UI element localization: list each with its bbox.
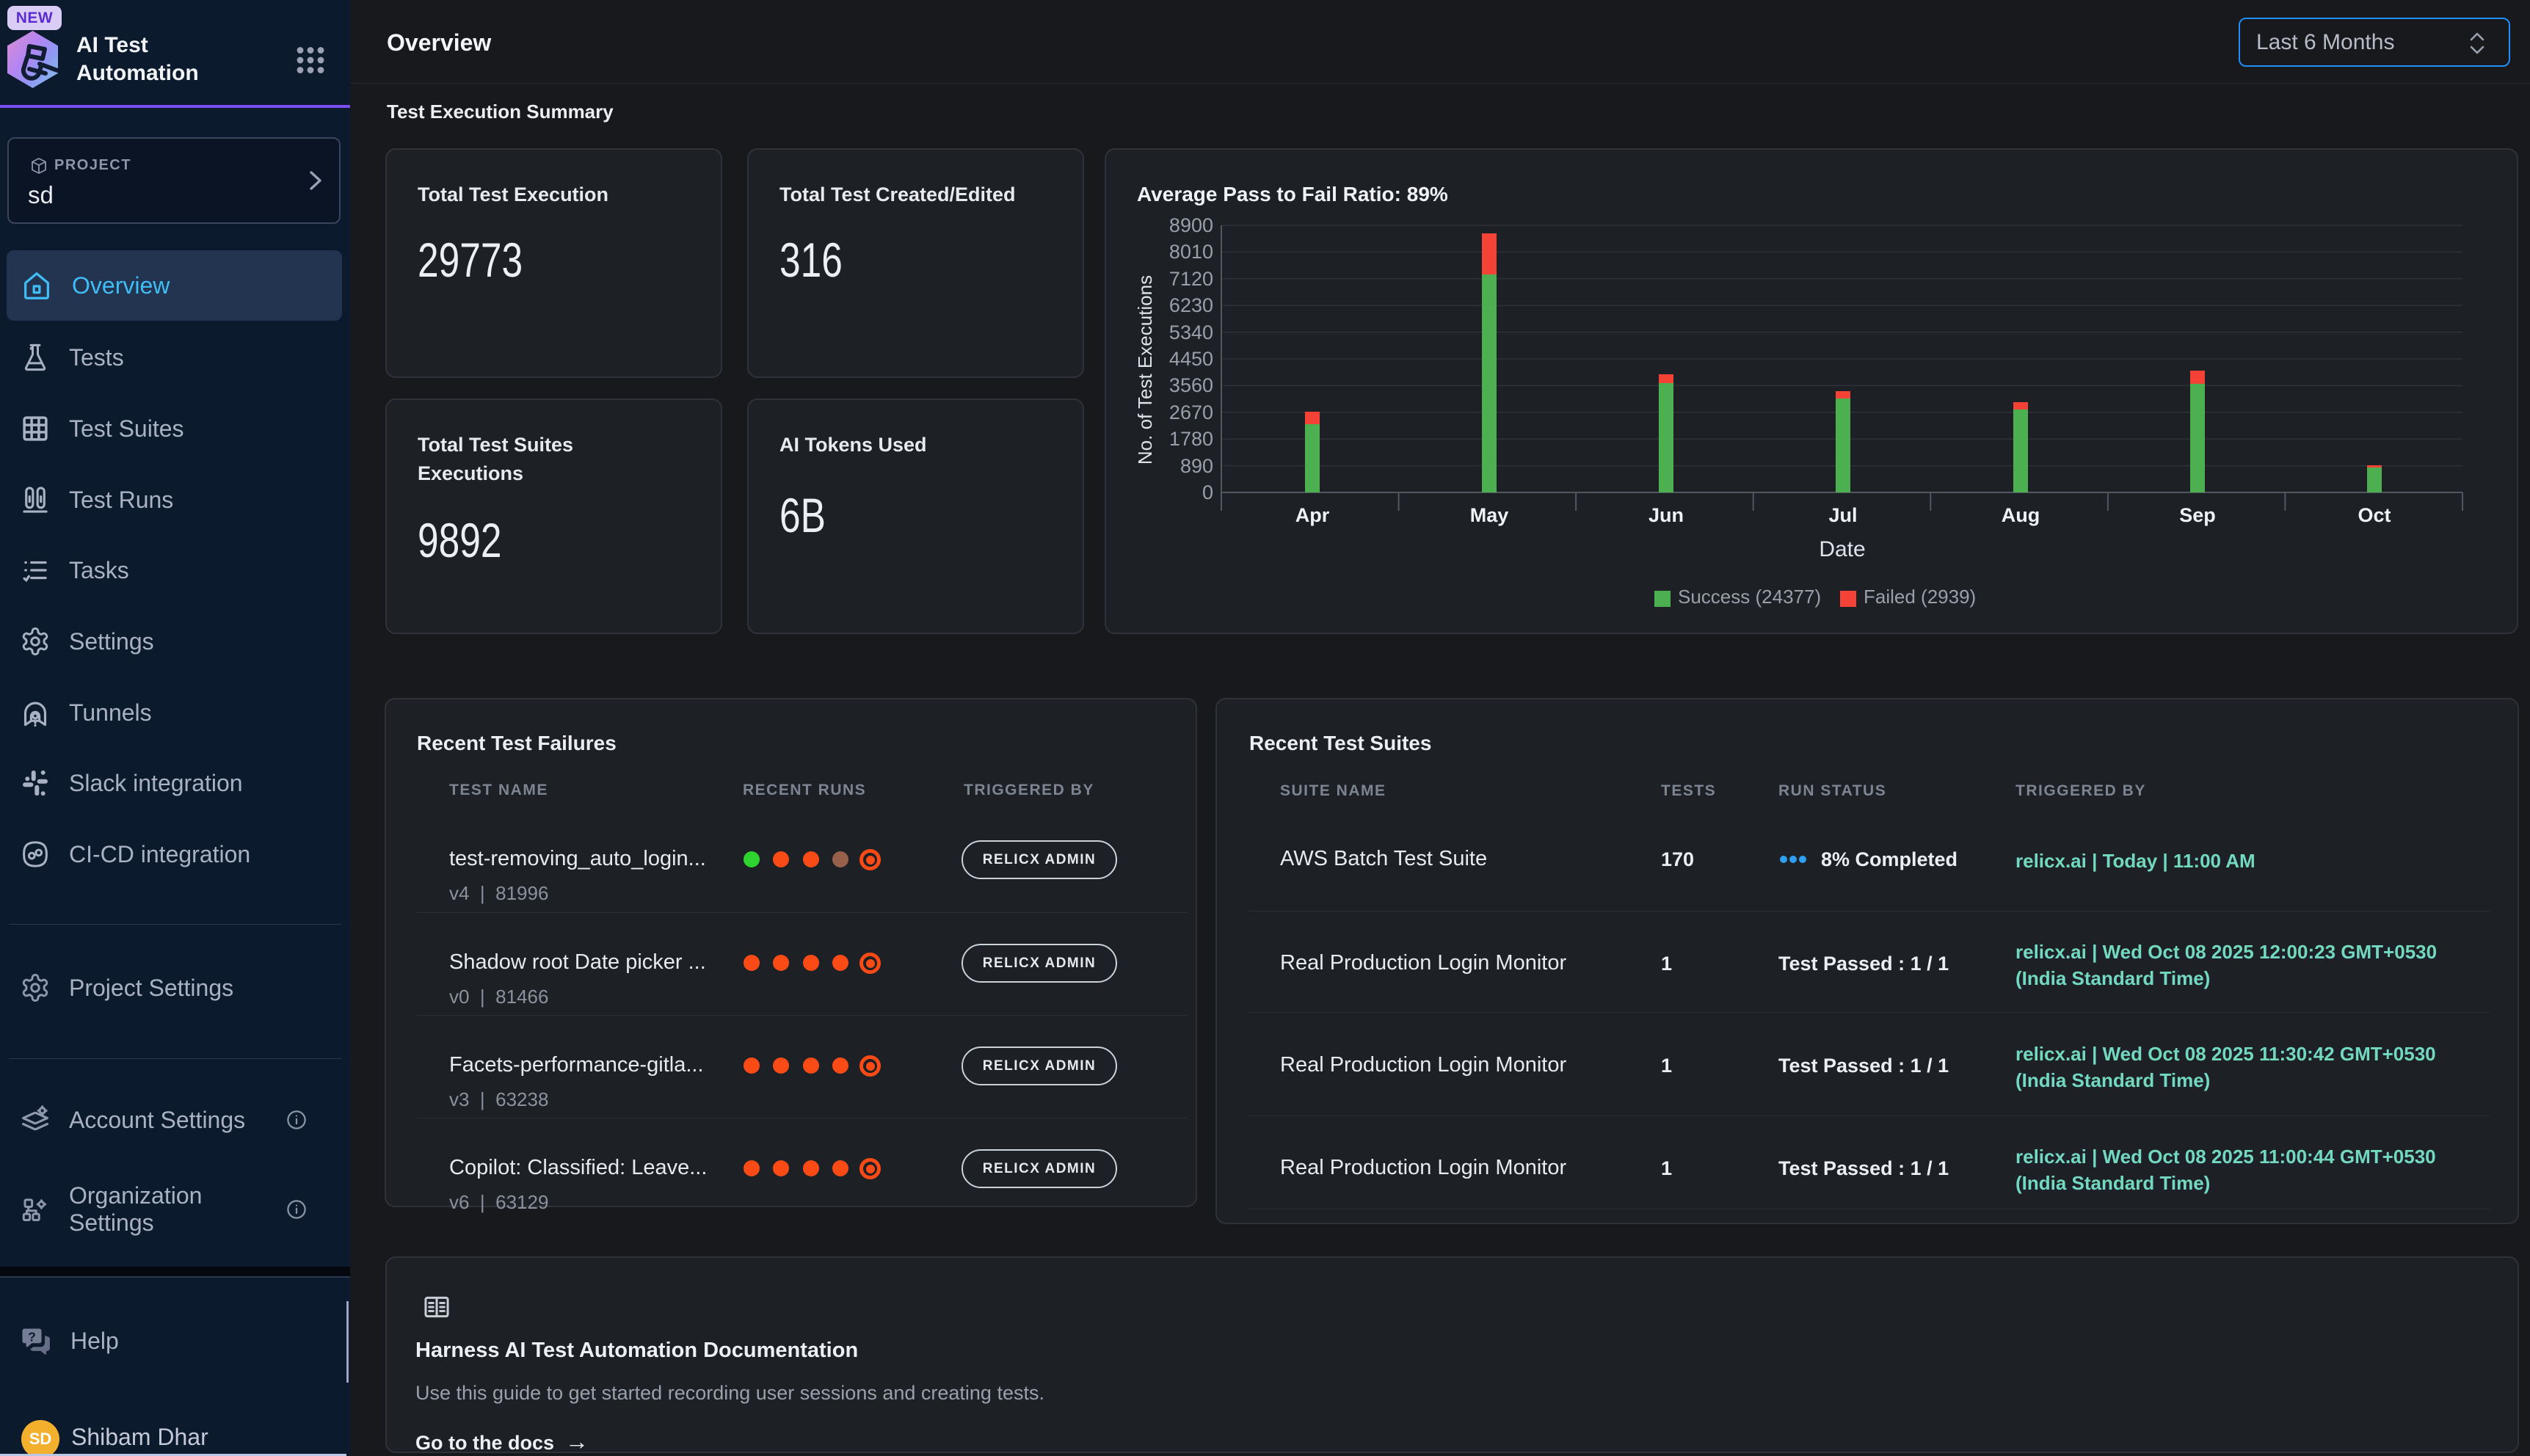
svg-text:No. of Test Executions: No. of Test Executions <box>1134 275 1156 465</box>
svg-text:8010: 8010 <box>1169 241 1213 263</box>
svg-text:5340: 5340 <box>1169 321 1213 343</box>
svg-text:?: ? <box>28 1329 36 1344</box>
svg-text:2670: 2670 <box>1169 401 1213 423</box>
svg-text:Sep: Sep <box>2179 504 2216 526</box>
svg-text:Average Pass to Fail Ratio: 89: Average Pass to Fail Ratio: 89% <box>1137 183 1448 205</box>
svg-text:Apr: Apr <box>1295 504 1330 526</box>
svg-text:Success (24377): Success (24377) <box>1678 586 1821 608</box>
svg-text:Jun: Jun <box>1649 504 1684 526</box>
svg-text:3560: 3560 <box>1169 374 1213 396</box>
svg-text:Oct: Oct <box>2358 504 2391 526</box>
svg-text:0: 0 <box>1202 481 1213 503</box>
svg-text:Failed (2939): Failed (2939) <box>1864 586 1976 608</box>
svg-text:4450: 4450 <box>1169 348 1213 370</box>
svg-text:Date: Date <box>1819 537 1865 561</box>
svg-text:Jul: Jul <box>1828 504 1857 526</box>
svg-text:1780: 1780 <box>1169 428 1213 450</box>
svg-text:6230: 6230 <box>1169 294 1213 316</box>
svg-text:890: 890 <box>1180 455 1213 477</box>
svg-text:8900: 8900 <box>1169 214 1213 236</box>
svg-text:7120: 7120 <box>1169 268 1213 290</box>
svg-text:Aug: Aug <box>2002 504 2040 526</box>
svg-text:May: May <box>1470 504 1509 526</box>
